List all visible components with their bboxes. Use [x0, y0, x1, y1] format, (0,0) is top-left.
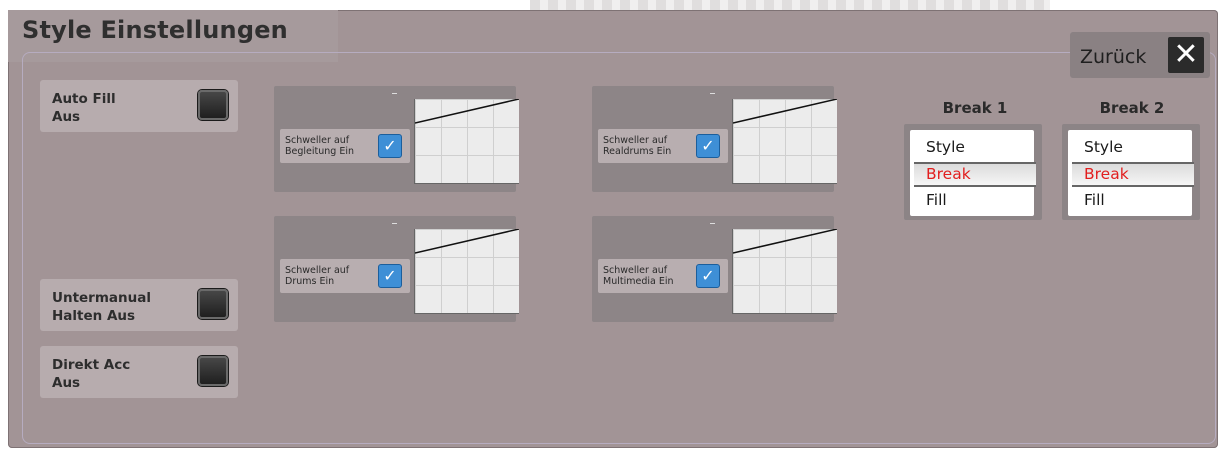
expression-panel-drums: Schweller auf Drums Ein ✓ — [274, 216, 519, 322]
expression-toggle[interactable]: Schweller auf Multimedia Ein ✓ — [598, 259, 728, 293]
expression-curve-graph — [732, 99, 837, 184]
break-1-title: Break 1 — [942, 99, 1008, 117]
checkbox-checked-icon[interactable]: ✓ — [696, 134, 720, 158]
panel-decoration — [392, 223, 397, 224]
break-2-option-style[interactable]: Style — [1084, 138, 1123, 156]
direkt-acc-label: Direkt Acc Aus — [52, 357, 131, 391]
checkbox-checked-icon[interactable]: ✓ — [378, 134, 402, 158]
expression-curve-graph — [414, 99, 519, 184]
panel-decoration — [710, 223, 715, 224]
toggle-button-icon[interactable] — [198, 90, 228, 120]
top-decoration — [530, 0, 1050, 10]
untermanual-halten-label: Untermanual Halten Aus — [52, 290, 151, 324]
expression-panel-realdrums: Schweller auf Realdrums Ein ✓ — [592, 86, 837, 192]
break-2-list: Style Break Fill — [1068, 130, 1194, 216]
expression-label: Schweller auf Drums Ein — [285, 265, 350, 287]
break-2-title: Break 2 — [1099, 99, 1165, 117]
expression-label: Schweller auf Realdrums Ein — [603, 135, 672, 157]
divider — [1072, 162, 1194, 164]
divider — [914, 162, 1036, 164]
back-button[interactable]: Zurück ✕ — [1070, 32, 1210, 78]
expression-label: Schweller auf Begleitung Ein — [285, 135, 354, 157]
expression-panel-begleitung: Schweller auf Begleitung Ein ✓ — [274, 86, 519, 192]
toggle-button-icon[interactable] — [198, 289, 228, 319]
expression-toggle[interactable]: Schweller auf Drums Ein ✓ — [280, 259, 410, 293]
expression-toggle[interactable]: Schweller auf Realdrums Ein ✓ — [598, 129, 728, 163]
break-1-selector[interactable]: Style Break Fill — [904, 124, 1042, 220]
break-1-option-break[interactable]: Break — [926, 165, 971, 183]
break-2-option-fill[interactable]: Fill — [1084, 191, 1105, 209]
checkbox-checked-icon[interactable]: ✓ — [378, 264, 402, 288]
break-2-selector[interactable]: Style Break Fill — [1062, 124, 1200, 220]
expression-label: Schweller auf Multimedia Ein — [603, 265, 674, 287]
direkt-acc-switch[interactable]: Direkt Acc Aus — [40, 346, 238, 398]
page-title: Style Einstellungen — [22, 16, 288, 44]
close-icon[interactable]: ✕ — [1168, 37, 1204, 73]
expression-curve-graph — [732, 229, 837, 314]
checkbox-checked-icon[interactable]: ✓ — [696, 264, 720, 288]
back-button-label: Zurück — [1080, 46, 1147, 68]
divider — [1072, 185, 1194, 187]
untermanual-halten-switch[interactable]: Untermanual Halten Aus — [40, 279, 238, 331]
break-1-option-fill[interactable]: Fill — [926, 191, 947, 209]
panel-decoration — [392, 93, 397, 94]
divider — [914, 185, 1036, 187]
auto-fill-switch[interactable]: Auto Fill Aus — [40, 80, 238, 132]
panel-decoration — [710, 93, 715, 94]
expression-toggle[interactable]: Schweller auf Begleitung Ein ✓ — [280, 129, 410, 163]
break-2-option-break[interactable]: Break — [1084, 165, 1129, 183]
break-1-list: Style Break Fill — [910, 130, 1036, 216]
toggle-button-icon[interactable] — [198, 356, 228, 386]
expression-panel-multimedia: Schweller auf Multimedia Ein ✓ — [592, 216, 837, 322]
break-1-option-style[interactable]: Style — [926, 138, 965, 156]
expression-curve-graph — [414, 229, 519, 314]
auto-fill-label: Auto Fill Aus — [52, 91, 116, 125]
